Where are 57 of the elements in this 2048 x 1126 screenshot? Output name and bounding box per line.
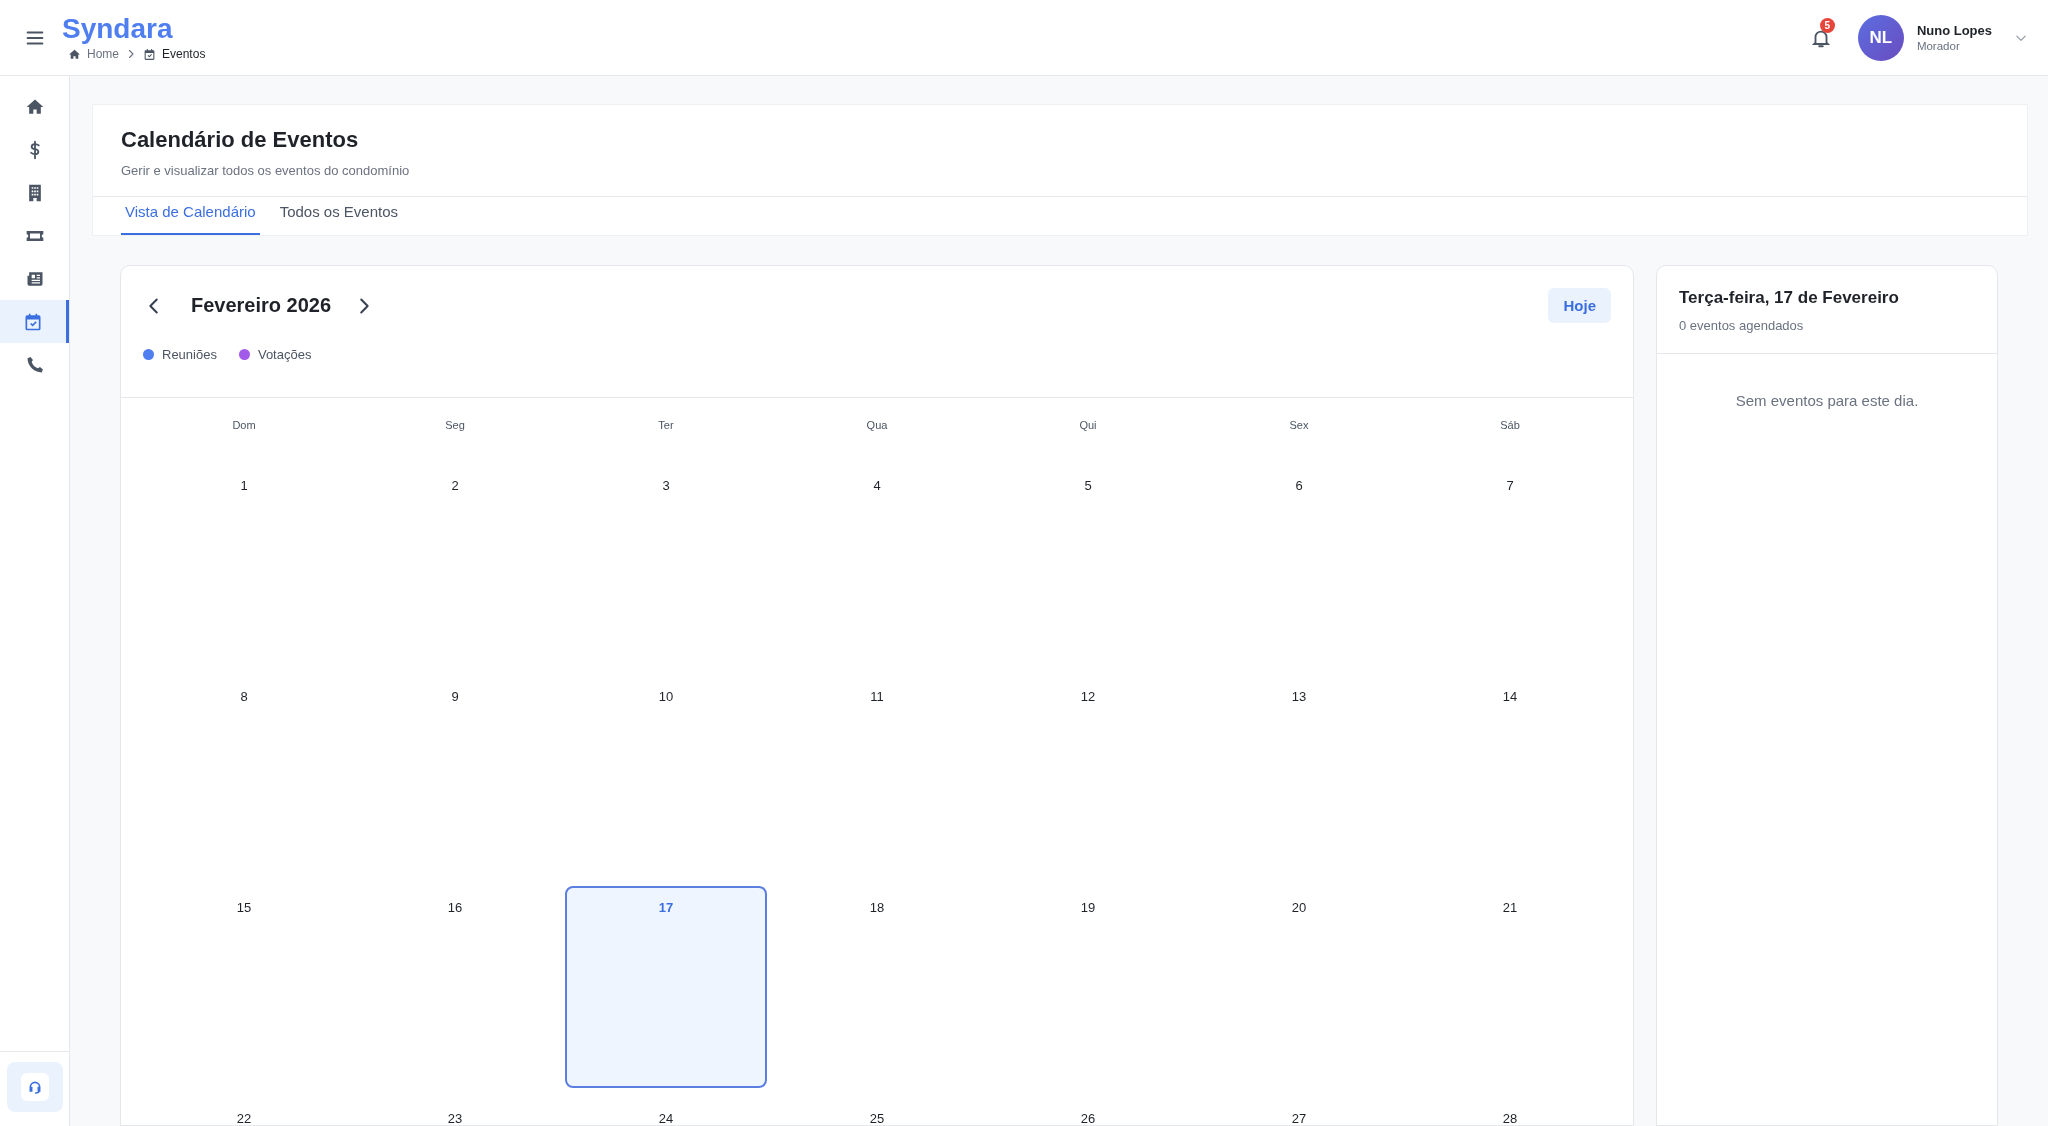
day-cell[interactable]: 21 (1409, 886, 1611, 1088)
day-cell[interactable]: 11 (776, 675, 978, 877)
tab[interactable]: Vista de Calendário (121, 197, 260, 235)
user-role: Morador (1916, 40, 1961, 52)
calendar-icon (143, 47, 156, 61)
day-cell[interactable]: 2 (354, 464, 556, 666)
event-count: 0 eventos agendados (1679, 318, 1805, 333)
day-cell[interactable]: 6 (1198, 464, 1400, 666)
day-cell[interactable]: 23 (354, 1097, 556, 1125)
day-cell[interactable]: 16 (354, 886, 556, 1088)
legend-label: Reuniões (162, 347, 217, 362)
today-button[interactable]: Hoje (1548, 288, 1611, 323)
day-cell[interactable]: 27 (1198, 1097, 1400, 1125)
day-cell[interactable]: 19 (987, 886, 1189, 1088)
day-cell[interactable]: 1 (143, 464, 345, 666)
day-cell[interactable]: 18 (776, 886, 978, 1088)
empty-message: Sem eventos para este dia. (1734, 391, 1920, 411)
weekday-label: Dom (232, 419, 256, 431)
weekday-label: Qui (1079, 419, 1097, 431)
day-cell[interactable]: 22 (143, 1097, 345, 1125)
day-cell[interactable]: 5 (987, 464, 1189, 666)
headset-icon (21, 1073, 49, 1101)
home-icon (68, 47, 81, 61)
day-cell[interactable]: 9 (354, 675, 556, 877)
day-cell[interactable]: 8 (143, 675, 345, 877)
tab[interactable]: Todos os Eventos (275, 197, 403, 235)
day-cell[interactable]: 15 (143, 886, 345, 1088)
legend-label: Votações (257, 347, 312, 362)
notification-badge: 5 (1819, 18, 1835, 33)
day-cell[interactable]: 4 (776, 464, 978, 666)
day-cell[interactable]: 12 (987, 675, 1189, 877)
page-subtitle: Gerir e visualizar todos os eventos do condomínio (121, 163, 411, 178)
weekday-label: Sex (1289, 419, 1309, 431)
calendar-icon (23, 311, 43, 332)
app-logo: Syndara (62, 13, 174, 44)
user-avatar[interactable]: NL (1857, 14, 1904, 61)
user-name: Nuno Lopes (1916, 23, 1992, 38)
day-cell[interactable]: 17 (565, 886, 767, 1088)
weekday-label: Sáb (1500, 419, 1520, 431)
day-cell[interactable]: 10 (565, 675, 767, 877)
weekday-label: Seg (445, 419, 465, 431)
page-title: Calendário de Eventos (121, 127, 360, 153)
day-cell[interactable]: 7 (1409, 464, 1611, 666)
weekday-label: Qua (866, 419, 888, 431)
weekday-label: Ter (658, 419, 674, 431)
day-panel-title: Terça-feira, 17 de Fevereiro (1679, 288, 1900, 308)
day-cell[interactable]: 3 (565, 464, 767, 666)
day-cell[interactable]: 14 (1409, 675, 1611, 877)
day-cell[interactable]: 24 (565, 1097, 767, 1125)
sidebar-item[interactable] (0, 300, 69, 343)
day-cell[interactable]: 25 (776, 1097, 978, 1125)
day-cell[interactable]: 28 (1409, 1097, 1611, 1125)
breadcrumb-link[interactable]: Home (87, 47, 119, 62)
day-cell[interactable]: 13 (1198, 675, 1400, 877)
day-cell[interactable]: 20 (1198, 886, 1400, 1088)
month-title: Fevereiro 2026 (191, 294, 332, 317)
day-cell[interactable]: 26 (987, 1097, 1189, 1125)
